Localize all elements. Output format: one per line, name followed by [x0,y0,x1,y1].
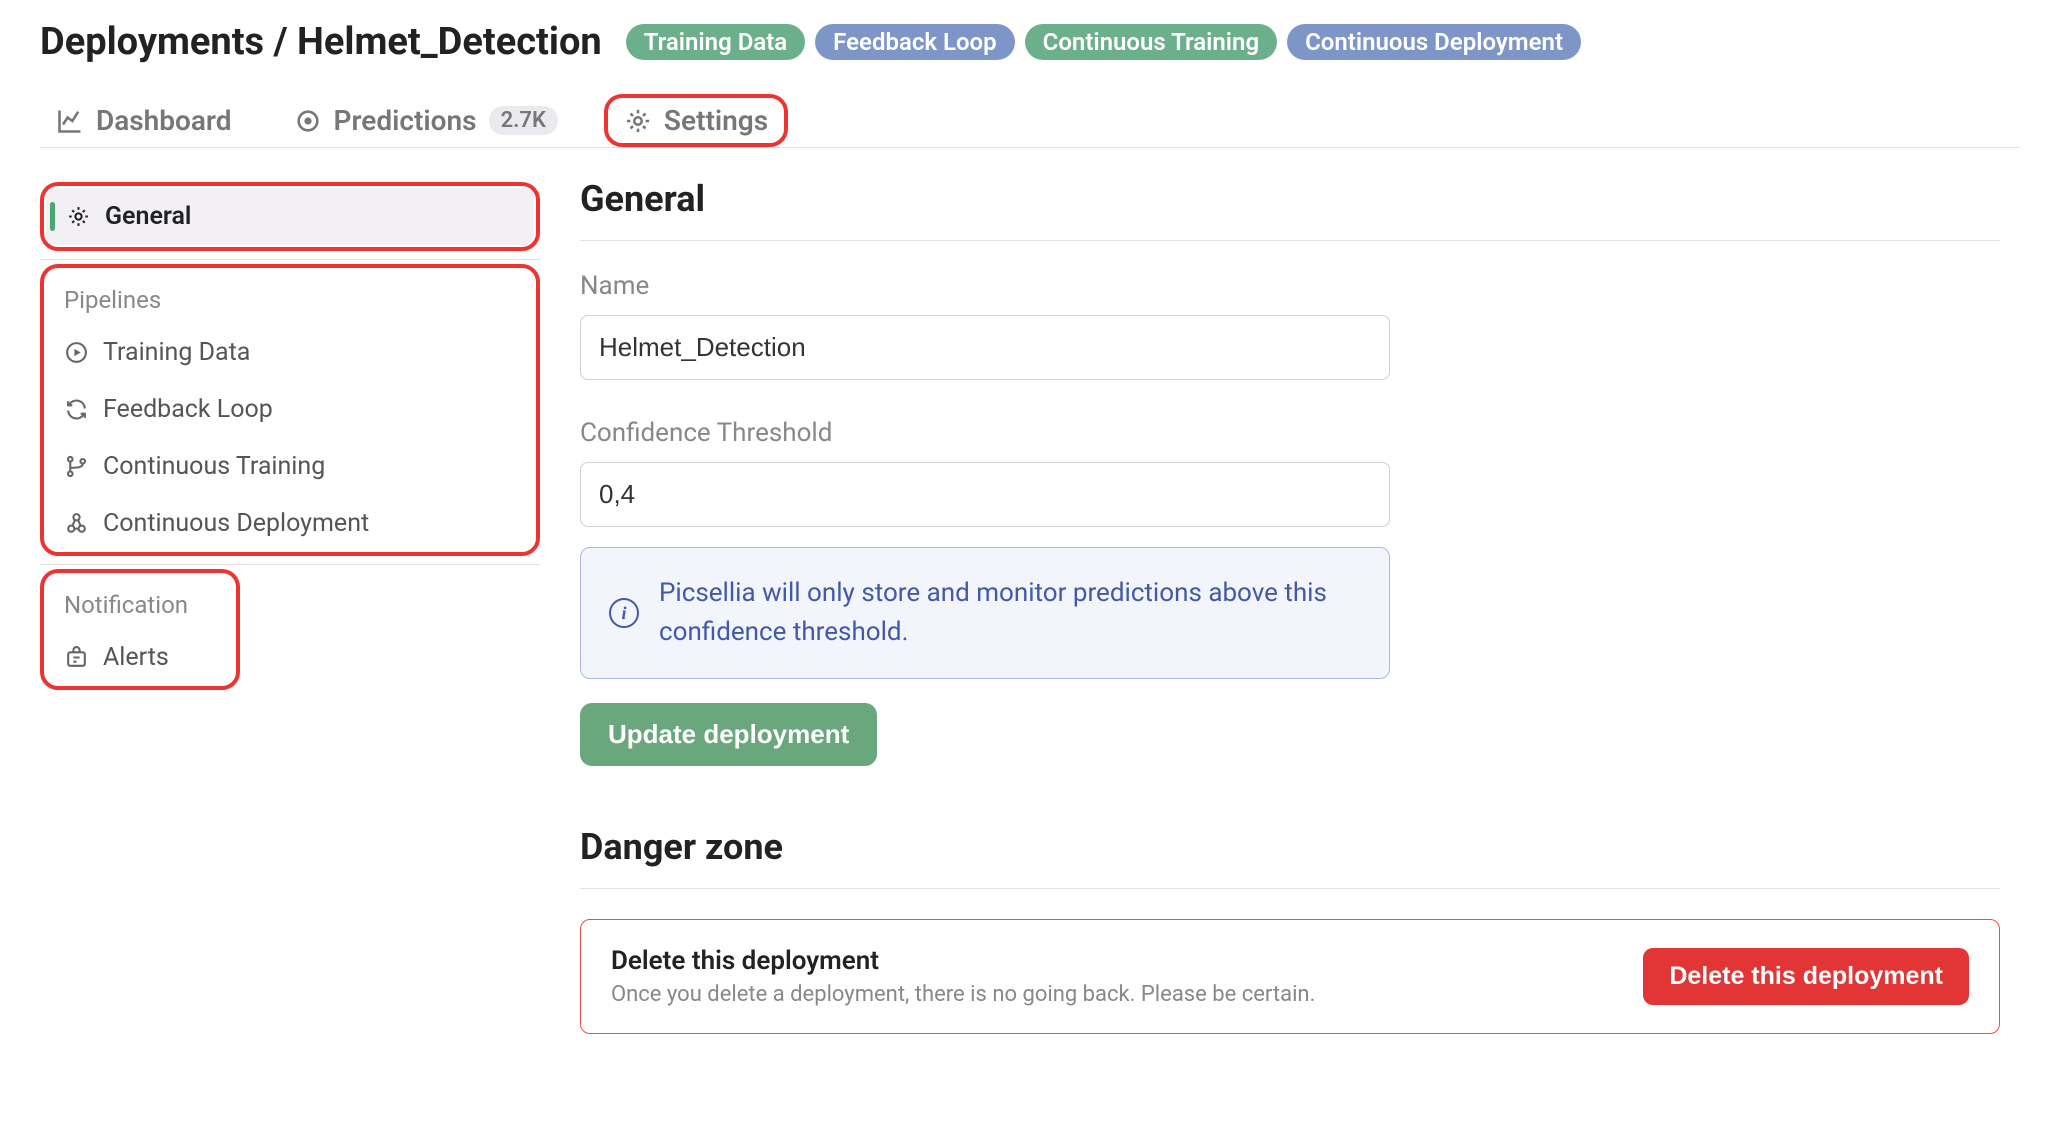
tab-dashboard-label: Dashboard [96,104,232,137]
sidebar-item-feedback-loop-label: Feedback Loop [103,395,273,424]
threshold-info-text: Picsellia will only store and monitor pr… [659,574,1361,652]
field-name: Name [580,271,2000,380]
section-title-danger: Danger zone [580,826,2000,868]
danger-divider [580,888,2000,889]
sidebar-item-general[interactable]: General [46,188,534,245]
tab-settings-label: Settings [664,104,768,137]
header: Deployments / Helmet_Detection Training … [40,20,2020,64]
sidebar-group-notification-label: Notification [44,573,236,629]
field-threshold: Confidence Threshold i Picsellia will on… [580,418,2000,679]
badge-training-data[interactable]: Training Data [626,24,805,60]
chart-line-icon [56,107,84,135]
update-deployment-button[interactable]: Update deployment [580,703,877,766]
threshold-input[interactable] [580,462,1390,527]
alert-card-icon [64,645,89,670]
threshold-label: Confidence Threshold [580,418,2000,448]
sidebar-item-feedback-loop[interactable]: Feedback Loop [44,381,536,438]
predictions-count-badge: 2.7K [489,106,558,135]
gear-icon [66,204,91,229]
info-icon: i [609,598,639,628]
section-title-general: General [580,178,2000,220]
sidebar-item-alerts-label: Alerts [103,643,169,672]
settings-sidebar: General Pipelines Training Data Feedback… [40,178,540,1034]
sidebar-item-alerts[interactable]: Alerts [44,629,236,686]
badge-continuous-training[interactable]: Continuous Training [1025,24,1277,60]
badge-feedback-loop[interactable]: Feedback Loop [815,24,1014,60]
tab-predictions[interactable]: Predictions 2.7K [278,98,574,143]
danger-text: Delete this deployment Once you delete a… [611,946,1315,1007]
target-icon [294,107,322,135]
main-panel: General Name Confidence Threshold i Pics… [580,178,2020,1034]
danger-box: Delete this deployment Once you delete a… [580,919,2000,1034]
tab-dashboard[interactable]: Dashboard [40,98,248,143]
sidebar-item-continuous-deployment[interactable]: Continuous Deployment [44,495,536,552]
tab-settings[interactable]: Settings [604,94,788,147]
delete-deployment-button[interactable]: Delete this deployment [1643,948,1969,1005]
tab-predictions-label: Predictions [334,104,477,137]
sidebar-group-pipelines-label: Pipelines [44,268,536,324]
breadcrumb: Deployments / Helmet_Detection [40,20,602,64]
git-branch-icon [64,454,89,479]
sidebar-divider [40,259,540,260]
sidebar-item-continuous-deployment-label: Continuous Deployment [103,509,369,538]
sidebar-item-continuous-training-label: Continuous Training [103,452,325,481]
sidebar-item-general-label: General [105,202,191,231]
sidebar-item-training-data[interactable]: Training Data [44,324,536,381]
sidebar-item-continuous-training[interactable]: Continuous Training [44,438,536,495]
sidebar-item-training-data-label: Training Data [103,338,250,367]
threshold-info-callout: i Picsellia will only store and monitor … [580,547,1390,679]
name-input[interactable] [580,315,1390,380]
badges-row: Training Data Feedback Loop Continuous T… [626,24,1581,60]
badge-continuous-deployment[interactable]: Continuous Deployment [1287,24,1581,60]
tabs-row: Dashboard Predictions 2.7K Settings [40,94,2020,148]
name-label: Name [580,271,2000,301]
webhook-icon [64,511,89,536]
play-circle-icon [64,340,89,365]
gear-icon [624,107,652,135]
delete-subtitle: Once you delete a deployment, there is n… [611,982,1315,1007]
delete-title: Delete this deployment [611,946,1315,976]
sidebar-divider-2 [40,564,540,565]
refresh-icon [64,397,89,422]
section-divider [580,240,2000,241]
